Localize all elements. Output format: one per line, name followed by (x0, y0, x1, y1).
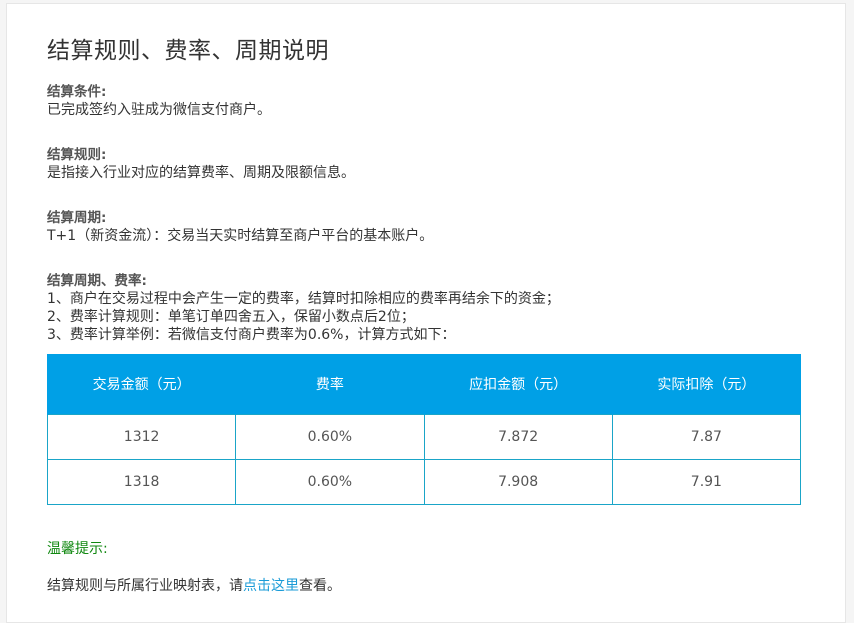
cell-deductible-amount: 7.872 (423, 414, 613, 460)
rate-rule-1: 1、商户在交易过程中会产生一定的费率，结算时扣除相应的费率再结余下的资金； (47, 291, 560, 307)
section-text: 是指接入行业对应的结算费率、周期及限额信息。 (47, 165, 355, 181)
cell-transaction-amount: 1312 (46, 414, 237, 460)
section-heading: 结算周期: (47, 210, 107, 226)
rate-rule-3: 3、费率计算举例：若微信支付商户费率为0.6%，计算方式如下： (47, 327, 456, 343)
cell-transaction-amount: 1318 (46, 459, 237, 505)
rate-rule-2: 2、费率计算规则：单笔订单四舍五入，保留小数点后2位； (47, 309, 415, 325)
cell-rate: 0.60% (235, 414, 425, 460)
table-row: 1312 0.60% 7.872 7.87 (46, 414, 802, 460)
section-settlement-conditions: 结算条件: 已完成签约入驻成为微信支付商户。 (47, 83, 807, 119)
rate-example-table: 交易金额（元） 费率 应扣金额（元） 实际扣除（元） 1312 0.60% 7.… (46, 354, 802, 505)
table-header-row: 交易金额（元） 费率 应扣金额（元） 实际扣除（元） (46, 354, 802, 415)
header-transaction-amount: 交易金额（元） (46, 354, 237, 415)
header-rate: 费率 (235, 354, 425, 415)
page-title: 结算规则、费率、周期说明 (47, 38, 329, 64)
content-panel: 结算规则、费率、周期说明 结算条件: 已完成签约入驻成为微信支付商户。 结算规则… (6, 3, 846, 623)
cell-actual-deduction: 7.87 (611, 414, 802, 460)
section-text: 已完成签约入驻成为微信支付商户。 (47, 102, 271, 118)
click-here-link[interactable]: 点击这里 (243, 578, 299, 594)
cell-actual-deduction: 7.91 (611, 459, 802, 505)
section-settlement-rules: 结算规则: 是指接入行业对应的结算费率、周期及限额信息。 (47, 146, 807, 182)
cell-deductible-amount: 7.908 (423, 459, 613, 505)
section-heading: 结算规则: (47, 147, 107, 163)
tip-title: 温馨提示: (47, 541, 108, 557)
tip-text: 结算规则与所属行业映射表，请点击这里查看。 (47, 575, 341, 595)
tip-text-before: 结算规则与所属行业映射表，请 (47, 578, 243, 594)
cell-rate: 0.60% (235, 459, 425, 505)
header-actual-deduction: 实际扣除（元） (611, 354, 802, 415)
header-deductible-amount: 应扣金额（元） (423, 354, 613, 415)
section-heading: 结算周期、费率: (47, 273, 147, 289)
table-row: 1318 0.60% 7.908 7.91 (46, 459, 802, 505)
tip-text-after: 查看。 (299, 578, 341, 594)
section-text: T+1（新资金流）：交易当天实时结算至商户平台的基本账户。 (47, 228, 434, 244)
section-heading: 结算条件: (47, 84, 107, 100)
section-settlement-cycle: 结算周期: T+1（新资金流）：交易当天实时结算至商户平台的基本账户。 (47, 209, 807, 245)
section-cycle-and-rates: 结算周期、费率: 1、商户在交易过程中会产生一定的费率，结算时扣除相应的费率再结… (47, 272, 807, 344)
